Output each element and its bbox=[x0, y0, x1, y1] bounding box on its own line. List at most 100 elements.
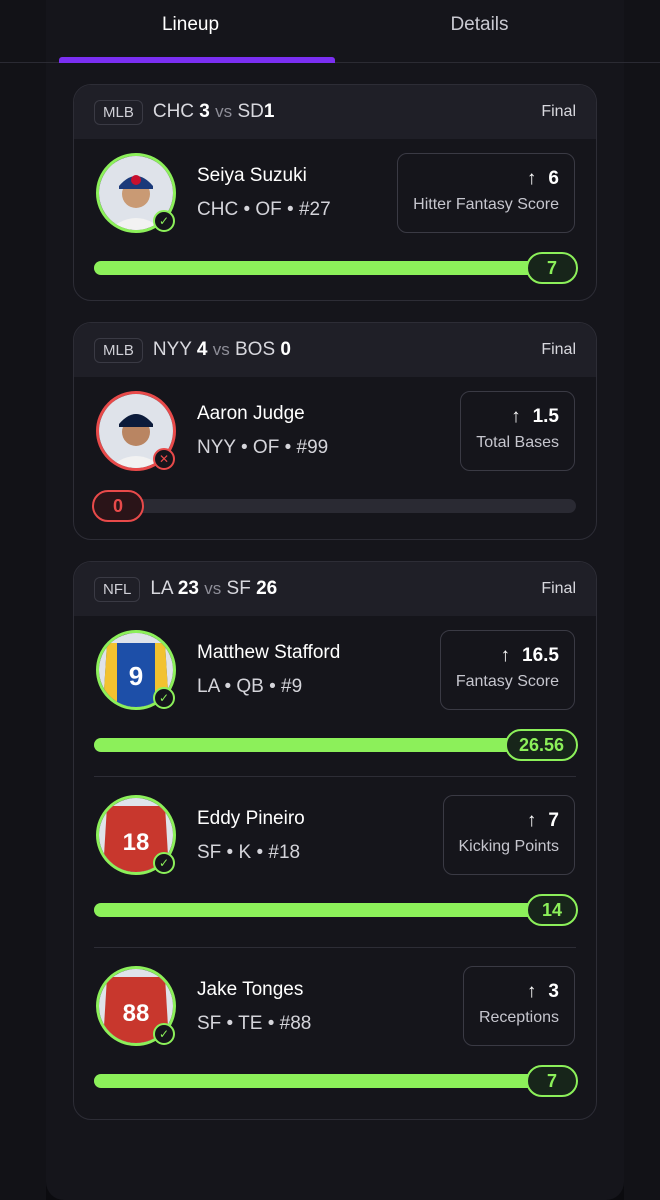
player-avatar: ✕ bbox=[96, 391, 176, 471]
arrow-up-icon: ↑ bbox=[526, 981, 537, 1002]
result-pill: 7 bbox=[526, 1065, 578, 1097]
league-badge: NFL bbox=[94, 576, 141, 602]
background-card-left bbox=[0, 0, 46, 1200]
check-icon: ✓ bbox=[153, 687, 175, 709]
player-meta: LA • QB • #9 bbox=[197, 676, 303, 697]
player-name: Aaron Judge bbox=[197, 403, 305, 424]
player-avatar: 18 ✓ bbox=[96, 795, 176, 875]
stat-label: Hitter Fantasy Score bbox=[413, 196, 559, 213]
check-icon: ✓ bbox=[153, 852, 175, 874]
player-meta: CHC • OF • #27 bbox=[197, 199, 331, 220]
game-card[interactable]: MLB CHC 3 vs SD1 Final ✓ Seiya Suzuki CH… bbox=[73, 84, 597, 301]
player-name: Seiya Suzuki bbox=[197, 165, 307, 186]
matchup: LA 23 vs SF 26 bbox=[150, 578, 277, 600]
progress-track: 26.56 bbox=[94, 729, 578, 761]
stat-label: Fantasy Score bbox=[455, 673, 559, 690]
player-row[interactable]: ✓ Seiya Suzuki CHC • OF • #27 ↑ 6 Hitter … bbox=[74, 139, 596, 299]
result-pill: 14 bbox=[526, 894, 578, 926]
player-row[interactable]: ✕ Aaron Judge NYY • OF • #99 ↑ 1.5 Total … bbox=[74, 377, 596, 537]
home-score: 0 bbox=[280, 339, 291, 360]
arrow-up-icon: ↑ bbox=[526, 168, 537, 189]
league-badge: MLB bbox=[94, 337, 143, 363]
vs-label: vs bbox=[204, 579, 222, 598]
x-icon: ✕ bbox=[153, 448, 175, 470]
stat-label: Total Bases bbox=[476, 434, 559, 451]
svg-text:18: 18 bbox=[123, 829, 150, 856]
player-row[interactable]: 9 ✓ Matthew Stafford LA • QB • #9 ↑ 16.5 … bbox=[74, 616, 596, 776]
progress-track: 7 bbox=[94, 252, 578, 284]
stat-label: Receptions bbox=[478, 1009, 559, 1026]
check-icon: ✓ bbox=[153, 210, 175, 232]
stat-label: Kicking Points bbox=[458, 838, 560, 855]
progress-fill bbox=[94, 261, 576, 275]
vs-label: vs bbox=[212, 340, 230, 359]
league-badge: MLB bbox=[94, 99, 143, 125]
result-pill: 7 bbox=[526, 252, 578, 284]
game-status: Final bbox=[541, 580, 576, 597]
player-name: Jake Tonges bbox=[197, 979, 304, 1000]
home-score: 26 bbox=[256, 578, 278, 599]
result-pill: 26.56 bbox=[504, 729, 578, 761]
arrow-up-icon: ↑ bbox=[511, 406, 521, 427]
projection-box: ↑ 6 Hitter Fantasy Score bbox=[397, 153, 575, 233]
vs-label: vs bbox=[215, 102, 233, 121]
game-card[interactable]: NFL LA 23 vs SF 26 Final 9 ✓ Matthew Sta… bbox=[73, 561, 597, 1120]
player-meta: SF • K • #18 bbox=[197, 842, 301, 863]
game-header: NFL LA 23 vs SF 26 Final bbox=[74, 562, 596, 616]
progress-fill bbox=[94, 738, 576, 752]
player-avatar: 9 ✓ bbox=[96, 630, 176, 710]
tab-lineup[interactable]: Lineup bbox=[46, 0, 335, 62]
tab-details[interactable]: Details bbox=[335, 0, 624, 62]
game-status: Final bbox=[541, 103, 576, 120]
background-divider-right bbox=[624, 62, 660, 63]
lineup-sheet: Lineup Details MLB CHC 3 vs SD1 Final ✓ … bbox=[46, 0, 624, 1200]
player-meta: NYY • OF • #99 bbox=[197, 437, 329, 458]
check-icon: ✓ bbox=[153, 1023, 175, 1045]
projection-box: ↑ 3 Receptions bbox=[462, 966, 575, 1046]
progress-fill bbox=[94, 1074, 576, 1088]
progress-fill bbox=[94, 903, 576, 917]
player-avatar: ✓ bbox=[96, 153, 176, 233]
game-card[interactable]: MLB NYY 4 vs BOS 0 Final ✕ Aaron Judge N… bbox=[73, 322, 597, 540]
player-avatar: 88 ✓ bbox=[96, 966, 176, 1046]
projection-value: 16.5 bbox=[522, 645, 559, 666]
progress-track: 14 bbox=[94, 894, 578, 926]
active-tab-indicator bbox=[59, 57, 335, 63]
projection-box: ↑ 1.5 Total Bases bbox=[460, 391, 575, 471]
player-name: Matthew Stafford bbox=[197, 642, 341, 663]
svg-text:9: 9 bbox=[129, 661, 143, 691]
home-score: 1 bbox=[263, 101, 275, 122]
away-team: CHC bbox=[152, 101, 195, 122]
game-header: MLB NYY 4 vs BOS 0 Final bbox=[74, 323, 596, 377]
game-status: Final bbox=[541, 341, 576, 358]
away-score: 3 bbox=[199, 101, 210, 122]
home-team: BOS bbox=[235, 339, 276, 360]
player-row[interactable]: 88 ✓ Jake Tonges SF • TE • #88 ↑ 3 Recept… bbox=[74, 948, 596, 1118]
player-name: Eddy Pineiro bbox=[197, 808, 305, 829]
arrow-up-icon: ↑ bbox=[500, 645, 511, 666]
svg-text:88: 88 bbox=[123, 1000, 150, 1027]
game-header: MLB CHC 3 vs SD1 Final bbox=[74, 85, 596, 139]
player-row[interactable]: 18 ✓ Eddy Pineiro SF • K • #18 ↑ 7 Kickin… bbox=[74, 777, 596, 947]
away-team: LA bbox=[150, 578, 173, 599]
matchup: CHC 3 vs SD1 bbox=[153, 101, 275, 123]
progress-track: 7 bbox=[94, 1065, 578, 1097]
away-score: 4 bbox=[196, 339, 208, 360]
result-pill: 0 bbox=[92, 490, 144, 522]
projection-box: ↑ 7 Kicking Points bbox=[442, 795, 575, 875]
projection-value: 3 bbox=[548, 981, 559, 1002]
home-team: SF bbox=[226, 578, 251, 599]
progress-track: 0 bbox=[92, 490, 576, 522]
home-team: SD bbox=[237, 101, 264, 122]
player-meta: SF • TE • #88 bbox=[197, 1013, 312, 1034]
projection-value: 6 bbox=[548, 168, 559, 189]
projection-box: ↑ 16.5 Fantasy Score bbox=[439, 630, 575, 710]
projection-value: 1.5 bbox=[532, 406, 559, 427]
background-divider-left bbox=[0, 62, 46, 63]
away-team: NYY bbox=[152, 339, 192, 360]
arrow-up-icon: ↑ bbox=[526, 810, 537, 831]
tab-bar: Lineup Details bbox=[46, 0, 624, 63]
background-card-right bbox=[624, 0, 660, 1200]
away-score: 23 bbox=[177, 578, 199, 599]
matchup: NYY 4 vs BOS 0 bbox=[153, 339, 291, 361]
